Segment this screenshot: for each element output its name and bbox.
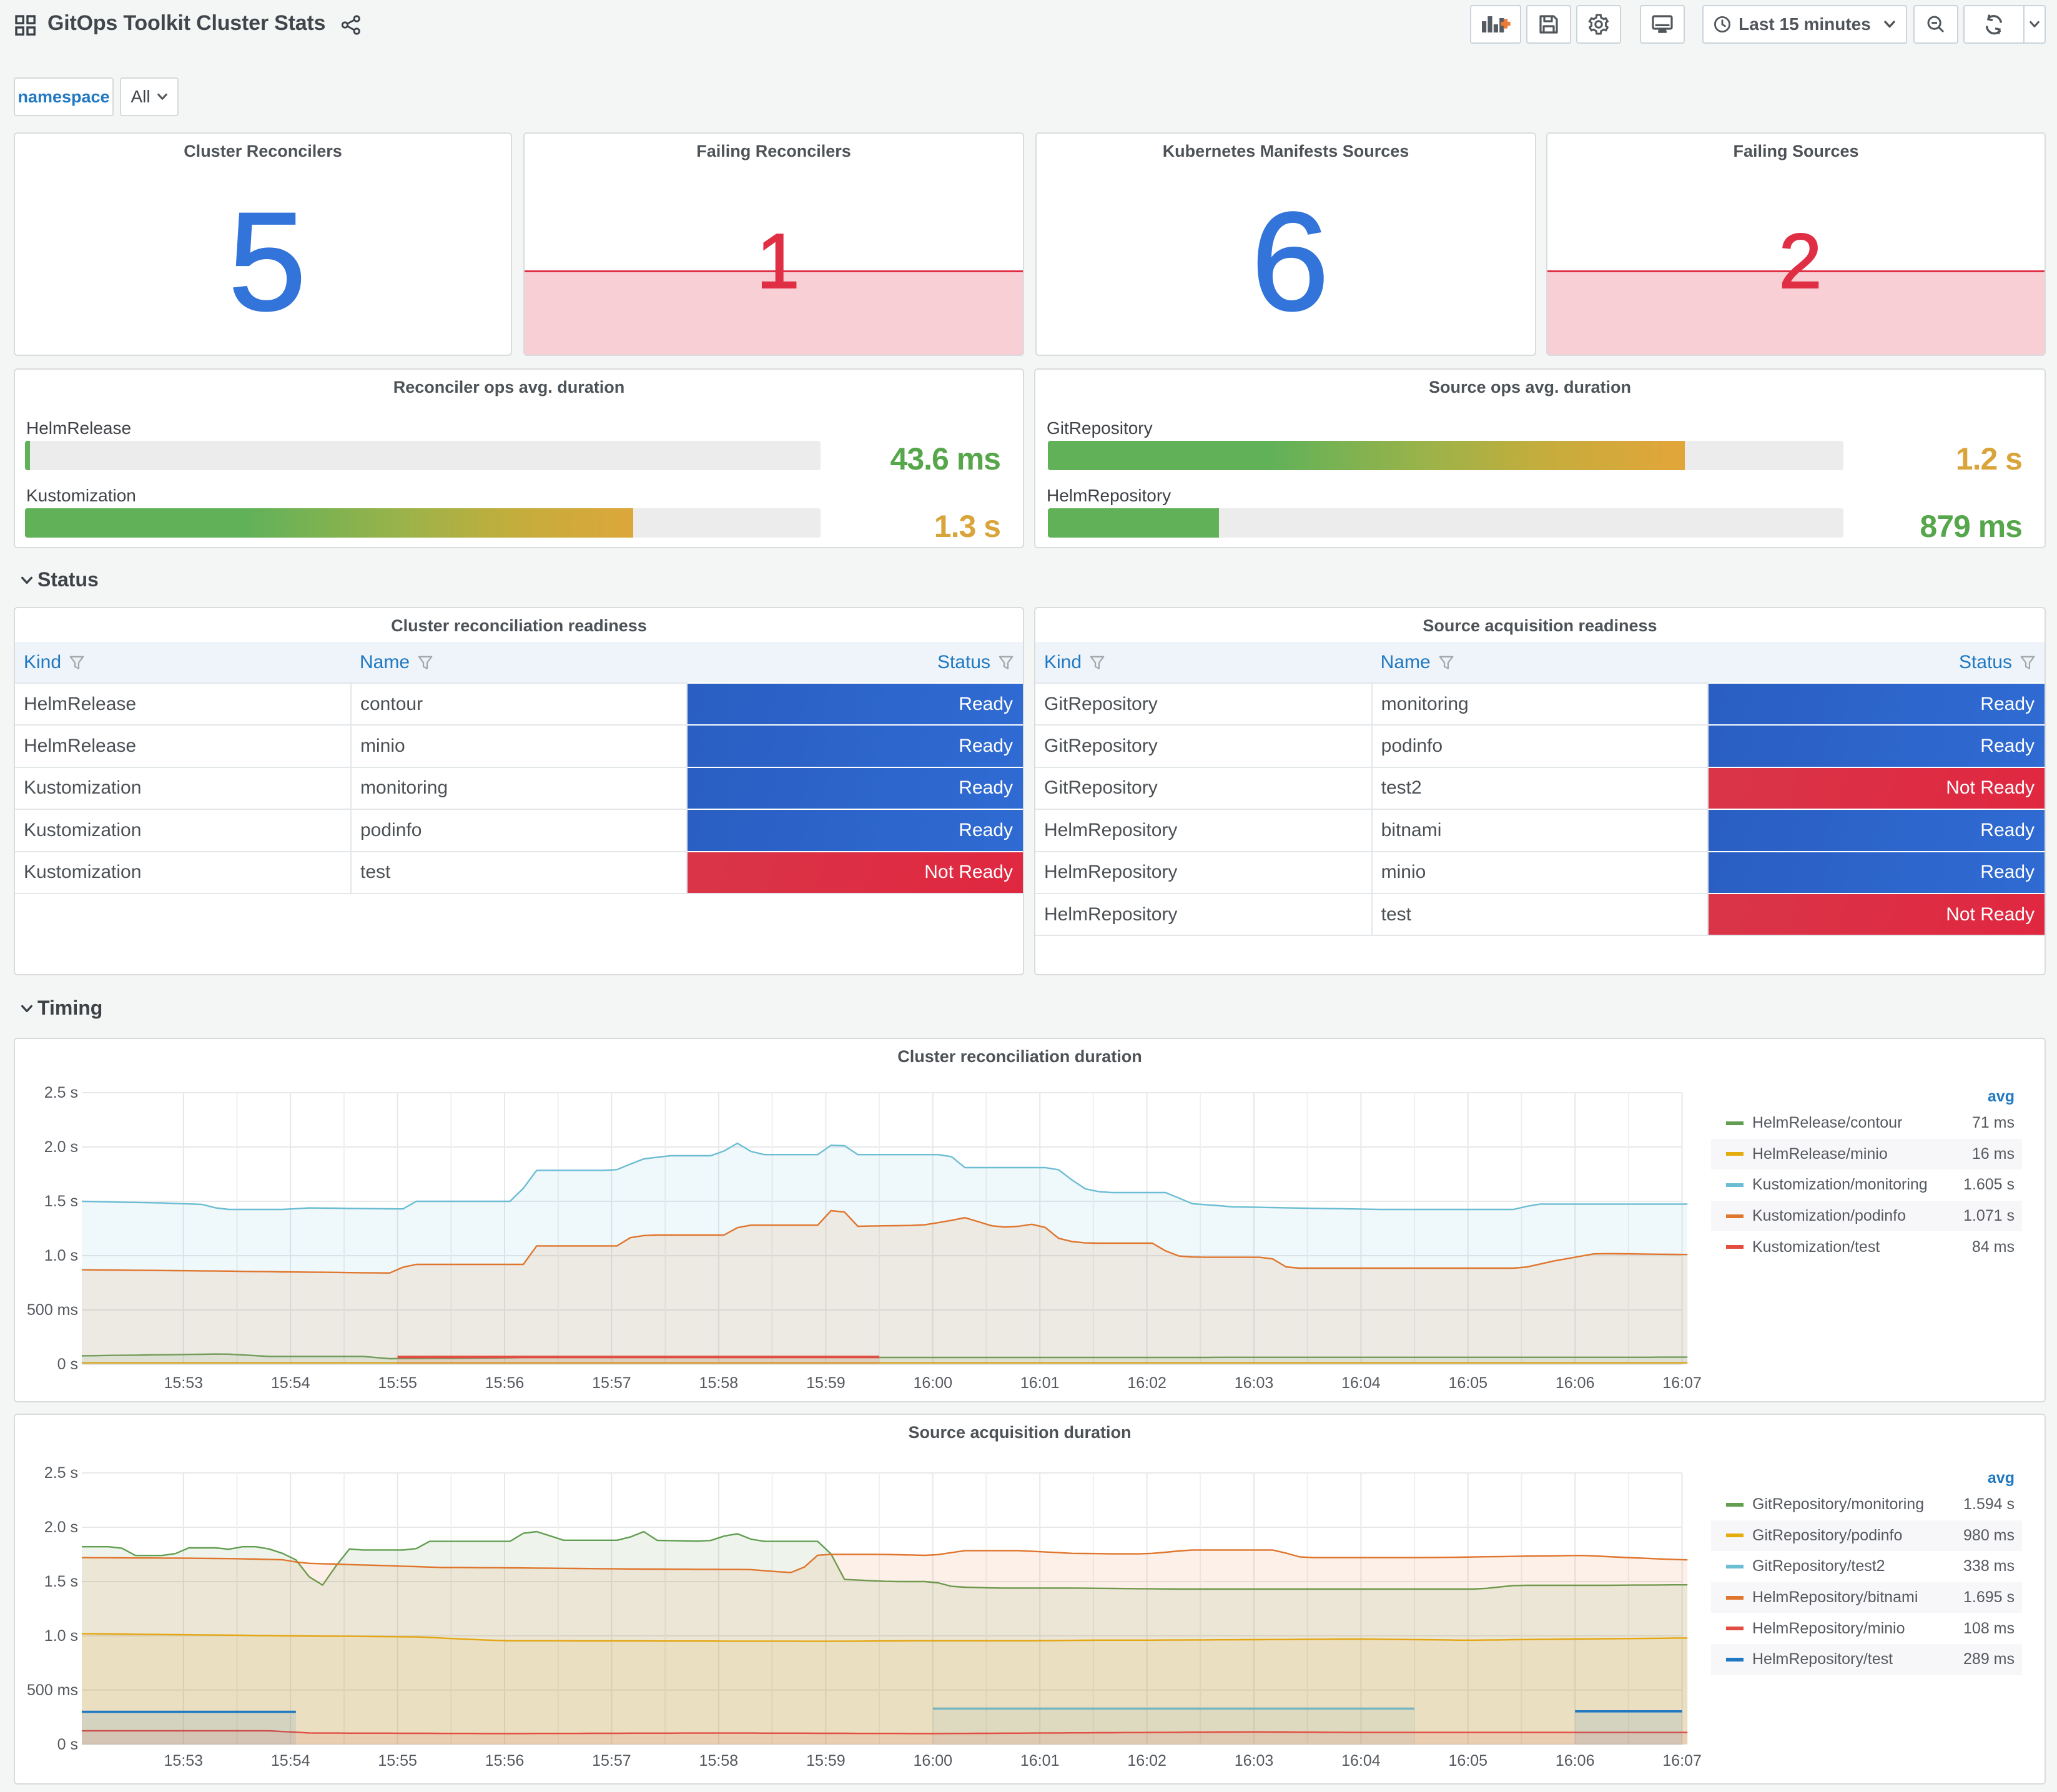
svg-text:16:00: 16:00 <box>914 1752 953 1770</box>
svg-text:2.5 s: 2.5 s <box>44 1464 78 1482</box>
svg-text:0 s: 0 s <box>57 1736 78 1753</box>
svg-text:0 s: 0 s <box>57 1356 78 1373</box>
svg-text:15:58: 15:58 <box>699 1752 739 1770</box>
svg-text:16:05: 16:05 <box>1449 1752 1488 1770</box>
svg-text:15:56: 15:56 <box>485 1752 525 1770</box>
svg-text:16:02: 16:02 <box>1127 1752 1167 1770</box>
svg-text:16:04: 16:04 <box>1341 1374 1381 1392</box>
svg-text:1.5 s: 1.5 s <box>44 1193 78 1210</box>
svg-text:16:04: 16:04 <box>1341 1752 1381 1770</box>
svg-text:15:55: 15:55 <box>378 1752 417 1770</box>
svg-text:1.5 s: 1.5 s <box>44 1573 78 1590</box>
svg-text:15:59: 15:59 <box>806 1752 846 1770</box>
svg-text:2.5 s: 2.5 s <box>44 1084 78 1101</box>
svg-text:2.0 s: 2.0 s <box>44 1519 78 1536</box>
svg-text:16:03: 16:03 <box>1235 1752 1274 1770</box>
svg-text:16:06: 16:06 <box>1556 1374 1595 1392</box>
svg-text:500 ms: 500 ms <box>27 1301 78 1319</box>
svg-text:16:00: 16:00 <box>914 1374 953 1392</box>
svg-text:16:03: 16:03 <box>1235 1374 1274 1392</box>
svg-text:500 ms: 500 ms <box>27 1681 78 1699</box>
svg-text:15:54: 15:54 <box>271 1752 310 1770</box>
svg-text:15:53: 15:53 <box>164 1752 204 1770</box>
svg-text:15:55: 15:55 <box>378 1374 417 1392</box>
svg-text:16:01: 16:01 <box>1020 1752 1060 1770</box>
svg-text:16:07: 16:07 <box>1662 1752 1702 1770</box>
svg-text:15:54: 15:54 <box>271 1374 310 1392</box>
svg-text:15:57: 15:57 <box>592 1752 631 1770</box>
svg-text:15:59: 15:59 <box>806 1374 846 1392</box>
svg-text:16:01: 16:01 <box>1020 1374 1060 1392</box>
svg-text:16:02: 16:02 <box>1127 1374 1167 1392</box>
svg-text:15:57: 15:57 <box>592 1374 631 1392</box>
svg-text:1.0 s: 1.0 s <box>44 1627 78 1645</box>
svg-text:2.0 s: 2.0 s <box>44 1138 78 1156</box>
svg-text:16:07: 16:07 <box>1662 1374 1702 1392</box>
svg-text:16:06: 16:06 <box>1556 1752 1595 1770</box>
svg-text:16:05: 16:05 <box>1449 1374 1488 1392</box>
svg-text:15:56: 15:56 <box>485 1374 525 1392</box>
svg-text:15:58: 15:58 <box>699 1374 739 1392</box>
svg-text:1.0 s: 1.0 s <box>44 1247 78 1264</box>
svg-text:15:53: 15:53 <box>164 1374 204 1392</box>
